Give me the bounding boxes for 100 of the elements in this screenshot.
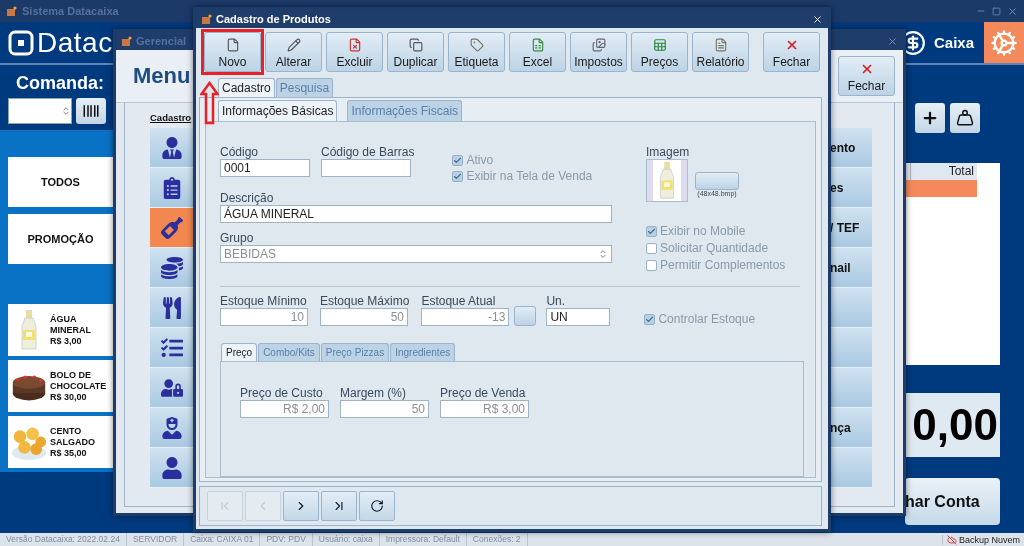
person-lock-icon	[160, 376, 183, 399]
input-field[interactable]: 0001	[220, 159, 310, 177]
checkbox-label: Exibir na Tela de Venda	[466, 169, 593, 183]
status-cell: Caixa: CAIXA 01	[184, 533, 261, 546]
checkbox[interactable]	[452, 154, 464, 166]
coins-icon	[160, 256, 183, 279]
input-field[interactable]: UN	[546, 308, 611, 326]
menu-button[interactable]: es	[830, 168, 872, 208]
toolbar-button[interactable]: Excel	[509, 32, 566, 72]
input-field[interactable]: ÁGUA MINERAL	[220, 205, 612, 223]
person-icon	[160, 416, 183, 439]
checkbox[interactable]	[646, 259, 657, 271]
menu-button[interactable]	[830, 328, 872, 368]
restore-icon[interactable]	[992, 6, 1001, 16]
product-label: BOLO DE CHOCOLATE R$ 30,00	[50, 369, 108, 403]
close-button[interactable]: Fechar	[763, 32, 820, 72]
product-label: ÁGUA MINERAL R$ 3,00	[50, 313, 92, 347]
menu-icon-button[interactable]	[150, 208, 193, 248]
toolbar-button[interactable]: Excluir	[326, 32, 383, 72]
plus-icon	[921, 109, 939, 127]
field-label: Preço de Custo	[240, 386, 324, 400]
toolbar-button[interactable]: Impostos	[570, 32, 627, 72]
toolbar-button[interactable]: Duplicar	[387, 32, 444, 72]
barcode-icon	[82, 102, 100, 120]
menu-button[interactable]: ento	[830, 128, 872, 168]
menu-icon-button[interactable]	[150, 168, 193, 208]
spreadsheet-icon	[530, 37, 545, 52]
caixa-label: Caixa	[933, 34, 974, 51]
window-title: Cadastro de Produtos	[216, 13, 331, 25]
checkbox[interactable]	[644, 313, 656, 325]
checklist-icon	[160, 336, 183, 359]
menu-icon-button[interactable]	[150, 288, 193, 328]
menu-icon-button[interactable]	[150, 328, 193, 368]
tab[interactable]: Informações Básicas	[218, 100, 338, 121]
close-icon[interactable]	[812, 13, 823, 25]
checkbox[interactable]	[646, 242, 657, 254]
window-title: Sistema Datacaixa	[22, 5, 119, 17]
spinner-icon	[61, 106, 71, 116]
menu-icon-button[interactable]	[150, 128, 193, 168]
toolbar-button[interactable]: Alterar	[265, 32, 322, 72]
category-button[interactable]: TODOS	[8, 157, 113, 207]
refresh-icon	[370, 499, 384, 513]
menu-icon-button[interactable]	[150, 248, 193, 288]
backup-status: Backup Nuvem	[941, 534, 1024, 545]
menu-icon-button[interactable]	[150, 448, 193, 488]
add-button[interactable]	[915, 103, 945, 133]
up-arrow	[200, 81, 219, 125]
comanda-label: Comanda:	[15, 73, 105, 94]
menu-icon-button[interactable]	[150, 368, 193, 408]
status-cell: Conexões: 2	[466, 533, 528, 546]
app-icon	[6, 5, 17, 17]
logo-icon	[8, 29, 34, 56]
product-card[interactable]: CENTO SALGADO R$ 35,00	[8, 416, 113, 468]
first-icon	[218, 499, 232, 513]
toolbar-button[interactable]: Preços	[631, 32, 688, 72]
status-cell: PDV: PDV	[260, 533, 313, 546]
menu-icon-button[interactable]	[150, 408, 193, 448]
refresh-button[interactable]	[359, 491, 395, 521]
field-label: Código	[220, 145, 260, 159]
product-card[interactable]: BOLO DE CHOCOLATE R$ 30,00	[8, 360, 113, 412]
toolbar-button[interactable]: Etiqueta	[448, 32, 505, 72]
pencil-icon	[286, 37, 301, 52]
product-card[interactable]: ÁGUA MINERAL R$ 3,00	[8, 304, 113, 356]
menu-button[interactable]: nail	[830, 248, 872, 288]
app-icon	[201, 13, 212, 25]
field-label: Descrição	[220, 191, 275, 205]
category-button[interactable]: PROMOÇÃO	[8, 214, 113, 264]
settings-button[interactable]	[984, 22, 1024, 63]
document-icon	[713, 37, 728, 52]
last-icon	[332, 499, 346, 513]
logo-text: Datac	[37, 26, 113, 59]
checkbox-label: Controlar Estoque	[658, 312, 756, 326]
utensils-icon	[160, 296, 183, 319]
tab[interactable]: Cadastro	[218, 78, 275, 97]
close-account-button[interactable]: har Conta	[905, 478, 1000, 525]
status-cell: Impressora: Default	[379, 533, 467, 546]
section-title: Cadastro	[150, 112, 193, 125]
toolbar-button[interactable]: Relatório	[692, 32, 749, 72]
barcode-button[interactable]	[76, 98, 106, 124]
menu-button[interactable]	[830, 288, 872, 328]
checkbox[interactable]	[646, 225, 657, 237]
input-field[interactable]	[321, 159, 411, 177]
menu-button[interactable]: nça	[830, 408, 872, 448]
app-icon	[121, 35, 132, 47]
toolbar-button[interactable]: Novo	[204, 32, 261, 72]
status-cell: SERVIDOR	[126, 533, 185, 546]
tab[interactable]: Preço	[221, 343, 258, 361]
menu-button[interactable]	[830, 448, 872, 488]
person-icon	[160, 136, 183, 159]
checkbox-label: Ativo	[466, 153, 494, 167]
scale-button[interactable]	[950, 103, 980, 133]
close-button[interactable]: Fechar	[838, 56, 895, 96]
checkbox-label: Solicitar Quantidade	[660, 241, 769, 255]
person-icon	[160, 456, 183, 479]
checkbox[interactable]	[452, 170, 464, 182]
tag-icon	[469, 37, 484, 52]
window-title: Gerencial	[136, 35, 187, 47]
menu-button[interactable]	[830, 368, 872, 408]
field-label: Un.	[546, 294, 567, 308]
last-button[interactable]	[321, 491, 357, 521]
